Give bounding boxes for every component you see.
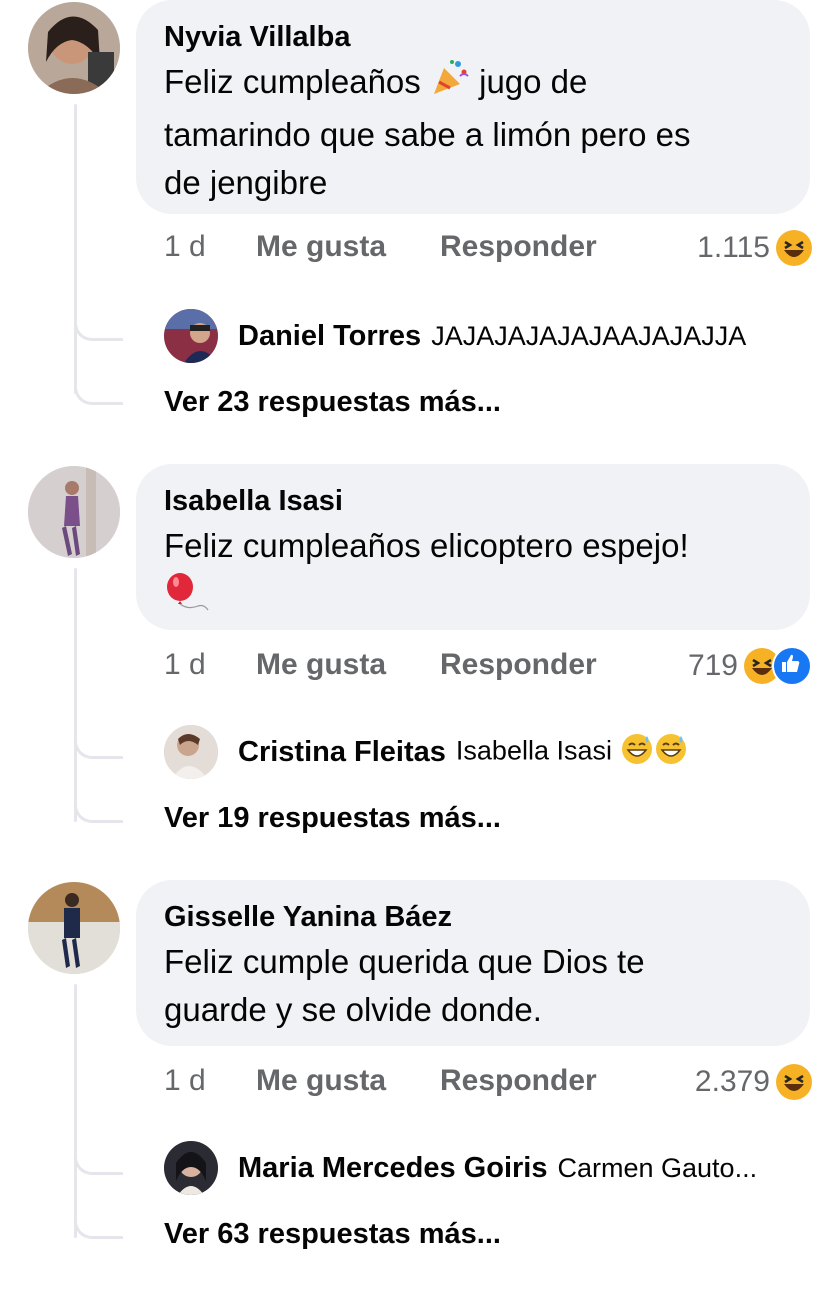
reply-author[interactable]: Cristina Fleitas	[238, 736, 446, 769]
avatar[interactable]	[164, 725, 218, 779]
reaction-summary[interactable]: 1.115	[697, 228, 812, 268]
avatar[interactable]	[28, 882, 120, 974]
comment-author[interactable]: Nyvia Villalba	[164, 18, 782, 56]
thread-line	[74, 984, 77, 1238]
comment-text: Feliz cumpleaños jugo de tamarindo que s…	[164, 58, 782, 207]
reaction-summary[interactable]: 719	[688, 646, 812, 686]
comment-text-part: Feliz cumpleaños	[164, 63, 430, 101]
comment-timestamp[interactable]: 1 d	[164, 1064, 206, 1098]
like-reaction-icon	[772, 646, 812, 686]
reply-button[interactable]: Responder	[440, 1064, 597, 1098]
party-popper-icon	[430, 58, 470, 111]
like-button[interactable]: Me gusta	[256, 230, 386, 264]
grinning-sweat-icon	[654, 732, 688, 773]
thread-branch	[74, 1216, 123, 1239]
grinning-sweat-icon	[620, 732, 654, 773]
reply-author[interactable]: Daniel Torres	[238, 320, 421, 353]
like-button[interactable]: Me gusta	[256, 1064, 386, 1098]
reaction-count: 1.115	[697, 231, 770, 264]
comment-thread: Nyvia Villalba Feliz cumpleaños jugo de …	[0, 0, 830, 420]
reply-text: JAJAJAJAJAJAAJAJAJJA	[431, 320, 747, 351]
reply-mention[interactable]: Isabella Isasi	[456, 735, 612, 765]
comment-author[interactable]: Isabella Isasi	[164, 482, 782, 520]
thread-branch	[74, 800, 123, 823]
avatar[interactable]	[164, 1141, 218, 1195]
haha-reaction-icon	[776, 1064, 812, 1100]
haha-reaction-icon	[776, 230, 812, 266]
view-more-replies-link[interactable]: Ver 19 respuestas más...	[164, 802, 501, 835]
reply-preview[interactable]: Daniel Torres JAJAJAJAJAJAAJAJAJJA	[164, 308, 746, 364]
reaction-count: 719	[687, 649, 738, 682]
thread-branch	[74, 1152, 123, 1175]
thread-line	[74, 568, 77, 822]
like-button[interactable]: Me gusta	[256, 648, 386, 682]
avatar[interactable]	[164, 309, 218, 363]
view-more-replies-link[interactable]: Ver 23 respuestas más...	[164, 386, 501, 419]
thread-line	[74, 104, 77, 394]
thread-branch	[74, 318, 123, 341]
comment-bubble: Nyvia Villalba Feliz cumpleaños jugo de …	[136, 0, 810, 214]
comment-timestamp[interactable]: 1 d	[164, 648, 206, 682]
comment-text: Feliz cumple querida que Dios te guarde …	[164, 943, 645, 1028]
reply-preview[interactable]: Maria Mercedes Goiris Carmen Gauto...	[164, 1140, 757, 1196]
thread-branch	[74, 736, 123, 759]
view-more-replies-link[interactable]: Ver 63 respuestas más...	[164, 1218, 501, 1251]
avatar[interactable]	[28, 466, 120, 558]
reply-text: Carmen Gauto...	[557, 1152, 758, 1183]
comment-timestamp[interactable]: 1 d	[164, 230, 206, 264]
comment-author[interactable]: Gisselle Yanina Báez	[164, 898, 782, 936]
balloon-icon	[164, 572, 782, 617]
avatar[interactable]	[28, 2, 120, 94]
reply-author[interactable]: Maria Mercedes Goiris	[238, 1152, 547, 1185]
comment-text: Feliz cumpleaños elicoptero espejo!	[164, 527, 689, 564]
comment-bubble: Gisselle Yanina Báez Feliz cumple querid…	[136, 880, 810, 1046]
reply-button[interactable]: Responder	[440, 230, 597, 264]
thread-branch	[74, 382, 123, 405]
comment-bubble: Isabella Isasi Feliz cumpleaños elicopte…	[136, 464, 810, 630]
reaction-count: 2.379	[694, 1065, 770, 1098]
comment-thread: Gisselle Yanina Báez Feliz cumple querid…	[0, 880, 830, 1300]
reply-button[interactable]: Responder	[440, 648, 597, 682]
reply-text: Isabella Isasi	[456, 732, 688, 773]
comment-thread: Isabella Isasi Feliz cumpleaños elicopte…	[0, 464, 830, 884]
reply-preview[interactable]: Cristina Fleitas Isabella Isasi	[164, 724, 688, 780]
reaction-summary[interactable]: 2.379	[695, 1062, 812, 1102]
